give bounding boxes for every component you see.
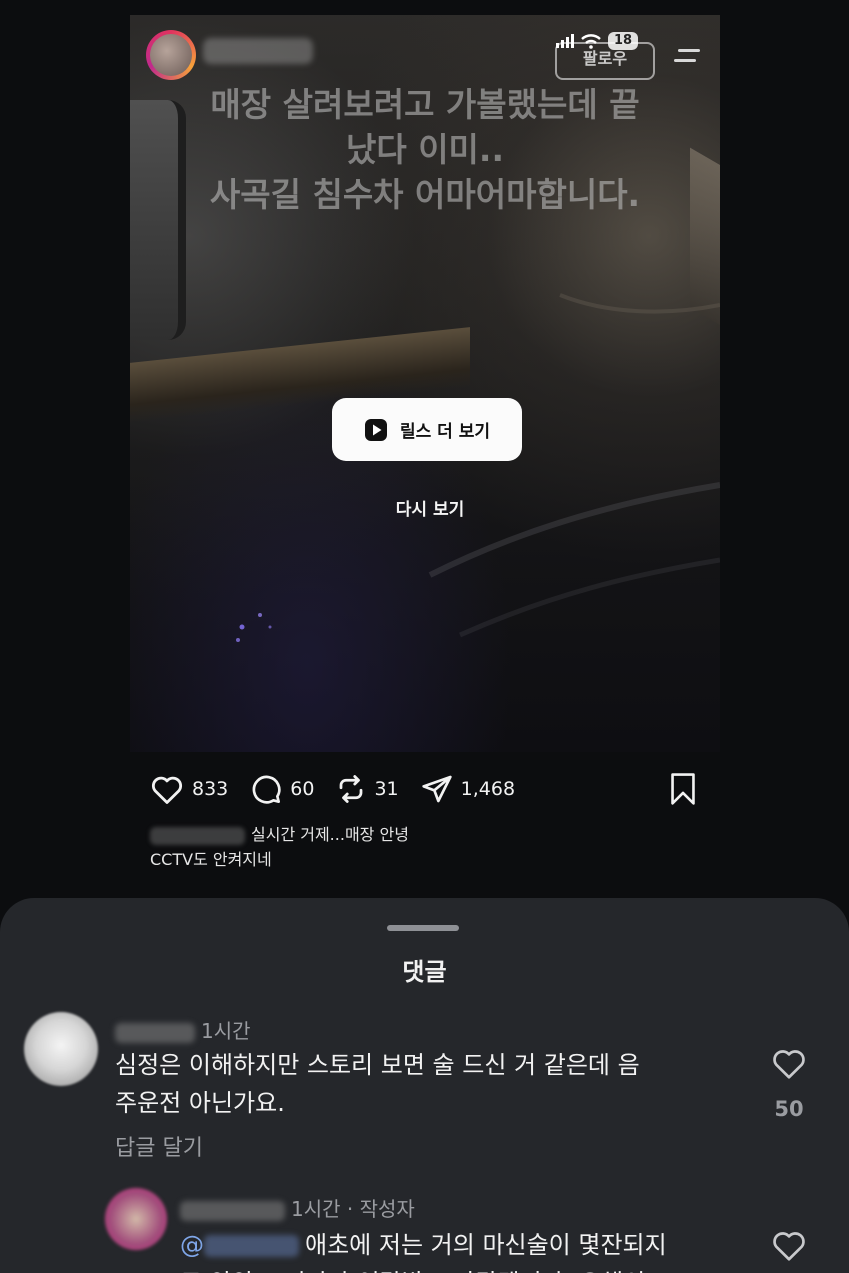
- caption-text: 실시간 거제...매장 안녕: [251, 825, 409, 844]
- reel-overlay-text: 매장 살려보려고 가볼랬는데 끝 났다 이미.. 사곡길 침수차 어마어마합니다…: [170, 82, 680, 217]
- post-action-bar: 833 60 31 1,468: [150, 770, 537, 808]
- battery-indicator: 18: [608, 32, 639, 50]
- send-icon: [421, 775, 452, 803]
- reply-text: @ 애초에 저는 거의 마신술이 몇잔되지 도 않았고 지단과 연락받고 나갔겠니…: [180, 1226, 740, 1273]
- more-reels-button[interactable]: 릴스 더 보기: [332, 398, 522, 461]
- comment-like-icon[interactable]: [771, 1046, 807, 1080]
- like-count: 833: [192, 778, 229, 800]
- caption-line: CCTV도 안켜지네: [150, 850, 272, 869]
- comment-time: 1시간: [201, 1019, 251, 1043]
- repost-icon: [340, 775, 363, 803]
- comment-line: 도 않았고 지단과 연락받고 나갔겠니다. 오해의: [180, 1264, 740, 1273]
- repost-action[interactable]: 31: [336, 774, 399, 804]
- mentioned-username-blurred: [204, 1235, 299, 1257]
- reply-button[interactable]: 답글 달기: [115, 1130, 203, 1162]
- signal-icon: [556, 34, 574, 48]
- play-icon: [364, 418, 387, 441]
- overlay-line: 매장 살려보려고 가볼랬는데 끝: [210, 85, 640, 124]
- mention-link[interactable]: @: [180, 1231, 305, 1259]
- more-reels-label: 릴스 더 보기: [399, 422, 491, 442]
- wifi-icon: [581, 34, 601, 49]
- post-caption: 실시간 거제...매장 안녕 CCTV도 안켜지네: [150, 822, 710, 872]
- share-count: 1,468: [460, 778, 516, 800]
- author-username-blurred[interactable]: [180, 1200, 285, 1221]
- author-avatar[interactable]: [105, 1188, 167, 1250]
- reply-text-line: 애초에 저는 거의 마신술이 몇잔되지: [305, 1231, 667, 1259]
- poster-username-blurred[interactable]: [203, 38, 313, 64]
- menu-icon[interactable]: [672, 46, 702, 66]
- heart-icon: [151, 776, 183, 804]
- caption-username-blurred[interactable]: [150, 826, 245, 845]
- comment-line: @ 애초에 저는 거의 마신술이 몇잔되지: [180, 1226, 740, 1264]
- caption-line: 실시간 거제...매장 안녕: [150, 822, 710, 847]
- reply-meta: 1시간 · 작성자: [180, 1193, 415, 1222]
- avatar-image: [150, 34, 192, 76]
- comment-like-count: 50: [774, 1097, 804, 1121]
- overlay-line: 났다 이미..: [345, 130, 504, 169]
- comment-meta: 1시간: [115, 1015, 251, 1044]
- reply-like-icon[interactable]: [771, 1228, 807, 1262]
- poster-avatar[interactable]: [146, 30, 196, 80]
- bookmark-icon[interactable]: [667, 772, 699, 806]
- mention-at: @: [180, 1231, 204, 1259]
- status-overlay: 18: [556, 30, 639, 52]
- comment-line: 주운전 아닌가요.: [115, 1089, 285, 1117]
- sheet-title: 댓글: [402, 958, 447, 986]
- reply-time: 1시간 · 작성자: [291, 1197, 415, 1221]
- sheet-drag-handle[interactable]: [387, 925, 459, 931]
- comment-count: 60: [290, 778, 315, 800]
- commenter-avatar[interactable]: [24, 1012, 98, 1086]
- repost-count: 31: [374, 778, 399, 800]
- overlay-line: 사곡길 침수차 어마어마합니다.: [209, 175, 641, 214]
- commenter-username-blurred[interactable]: [115, 1022, 195, 1043]
- like-action[interactable]: 833: [150, 773, 228, 805]
- comment-text: 심정은 이해하지만 스토리 보면 술 드신 거 같은데 음 주운전 아닌가요.: [115, 1046, 755, 1122]
- replay-button[interactable]: 다시 보기: [330, 495, 530, 520]
- comment-action[interactable]: 60: [250, 773, 314, 805]
- comment-icon: [252, 775, 281, 804]
- comment-line: 심정은 이해하지만 스토리 보면 술 드신 거 같은데 음: [115, 1051, 640, 1079]
- share-action[interactable]: 1,468: [421, 773, 515, 805]
